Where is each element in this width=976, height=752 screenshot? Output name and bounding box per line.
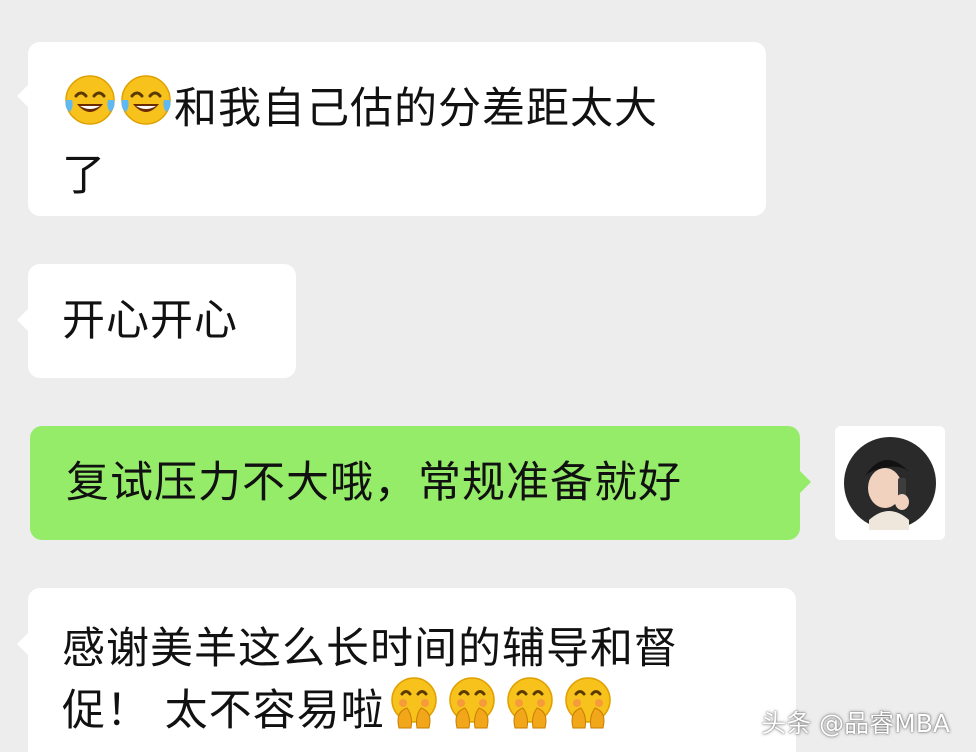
message-text-line2: 了 bbox=[62, 151, 106, 201]
thank-you-face-icon bbox=[559, 674, 617, 747]
laughing-tears-icon bbox=[62, 72, 118, 145]
message-text-line2-row: 促！ 太不容易啦 bbox=[62, 677, 796, 747]
thank-you-face-icon bbox=[443, 674, 501, 747]
avatar[interactable] bbox=[835, 426, 945, 540]
message-bubble-incoming[interactable]: 感谢美羊这么长时间的辅导和督 促！ 太不容易啦 bbox=[17, 588, 796, 752]
watermark: 头条 @品睿MBA bbox=[761, 709, 950, 738]
message-bubble-incoming[interactable]: 开心开心 bbox=[17, 264, 296, 378]
message-bubble-incoming[interactable]: 和我自己估的分差距太大 了 bbox=[17, 42, 766, 216]
bubble-tail bbox=[17, 308, 29, 332]
bubble-tail bbox=[17, 84, 29, 108]
message-text-line1: 感谢美羊这么长时间的辅导和督 bbox=[62, 624, 678, 674]
thank-you-face-icon bbox=[385, 674, 443, 747]
message-bubble-outgoing[interactable]: 复试压力不大哦，常规准备就好 bbox=[30, 426, 811, 540]
message-text: 和我自己估的分差距太大 bbox=[62, 75, 746, 145]
bubble-tail bbox=[799, 470, 811, 494]
laughing-tears-icon bbox=[118, 72, 174, 145]
thank-you-face-icon bbox=[501, 674, 559, 747]
bubble-tail bbox=[17, 632, 29, 656]
message-text-line1: 和我自己估的分差距太大 bbox=[174, 84, 658, 134]
chat-window: 和我自己估的分差距太大 了 开心开心 复试压力不大哦，常规准备就好 感谢美羊这么… bbox=[0, 0, 976, 752]
avatar-photo-icon bbox=[835, 426, 945, 540]
message-text-line2: 促！ 太不容易啦 bbox=[62, 686, 385, 736]
message-text: 复试压力不大哦，常规准备就好 bbox=[66, 458, 682, 508]
message-text: 开心开心 bbox=[62, 296, 238, 346]
